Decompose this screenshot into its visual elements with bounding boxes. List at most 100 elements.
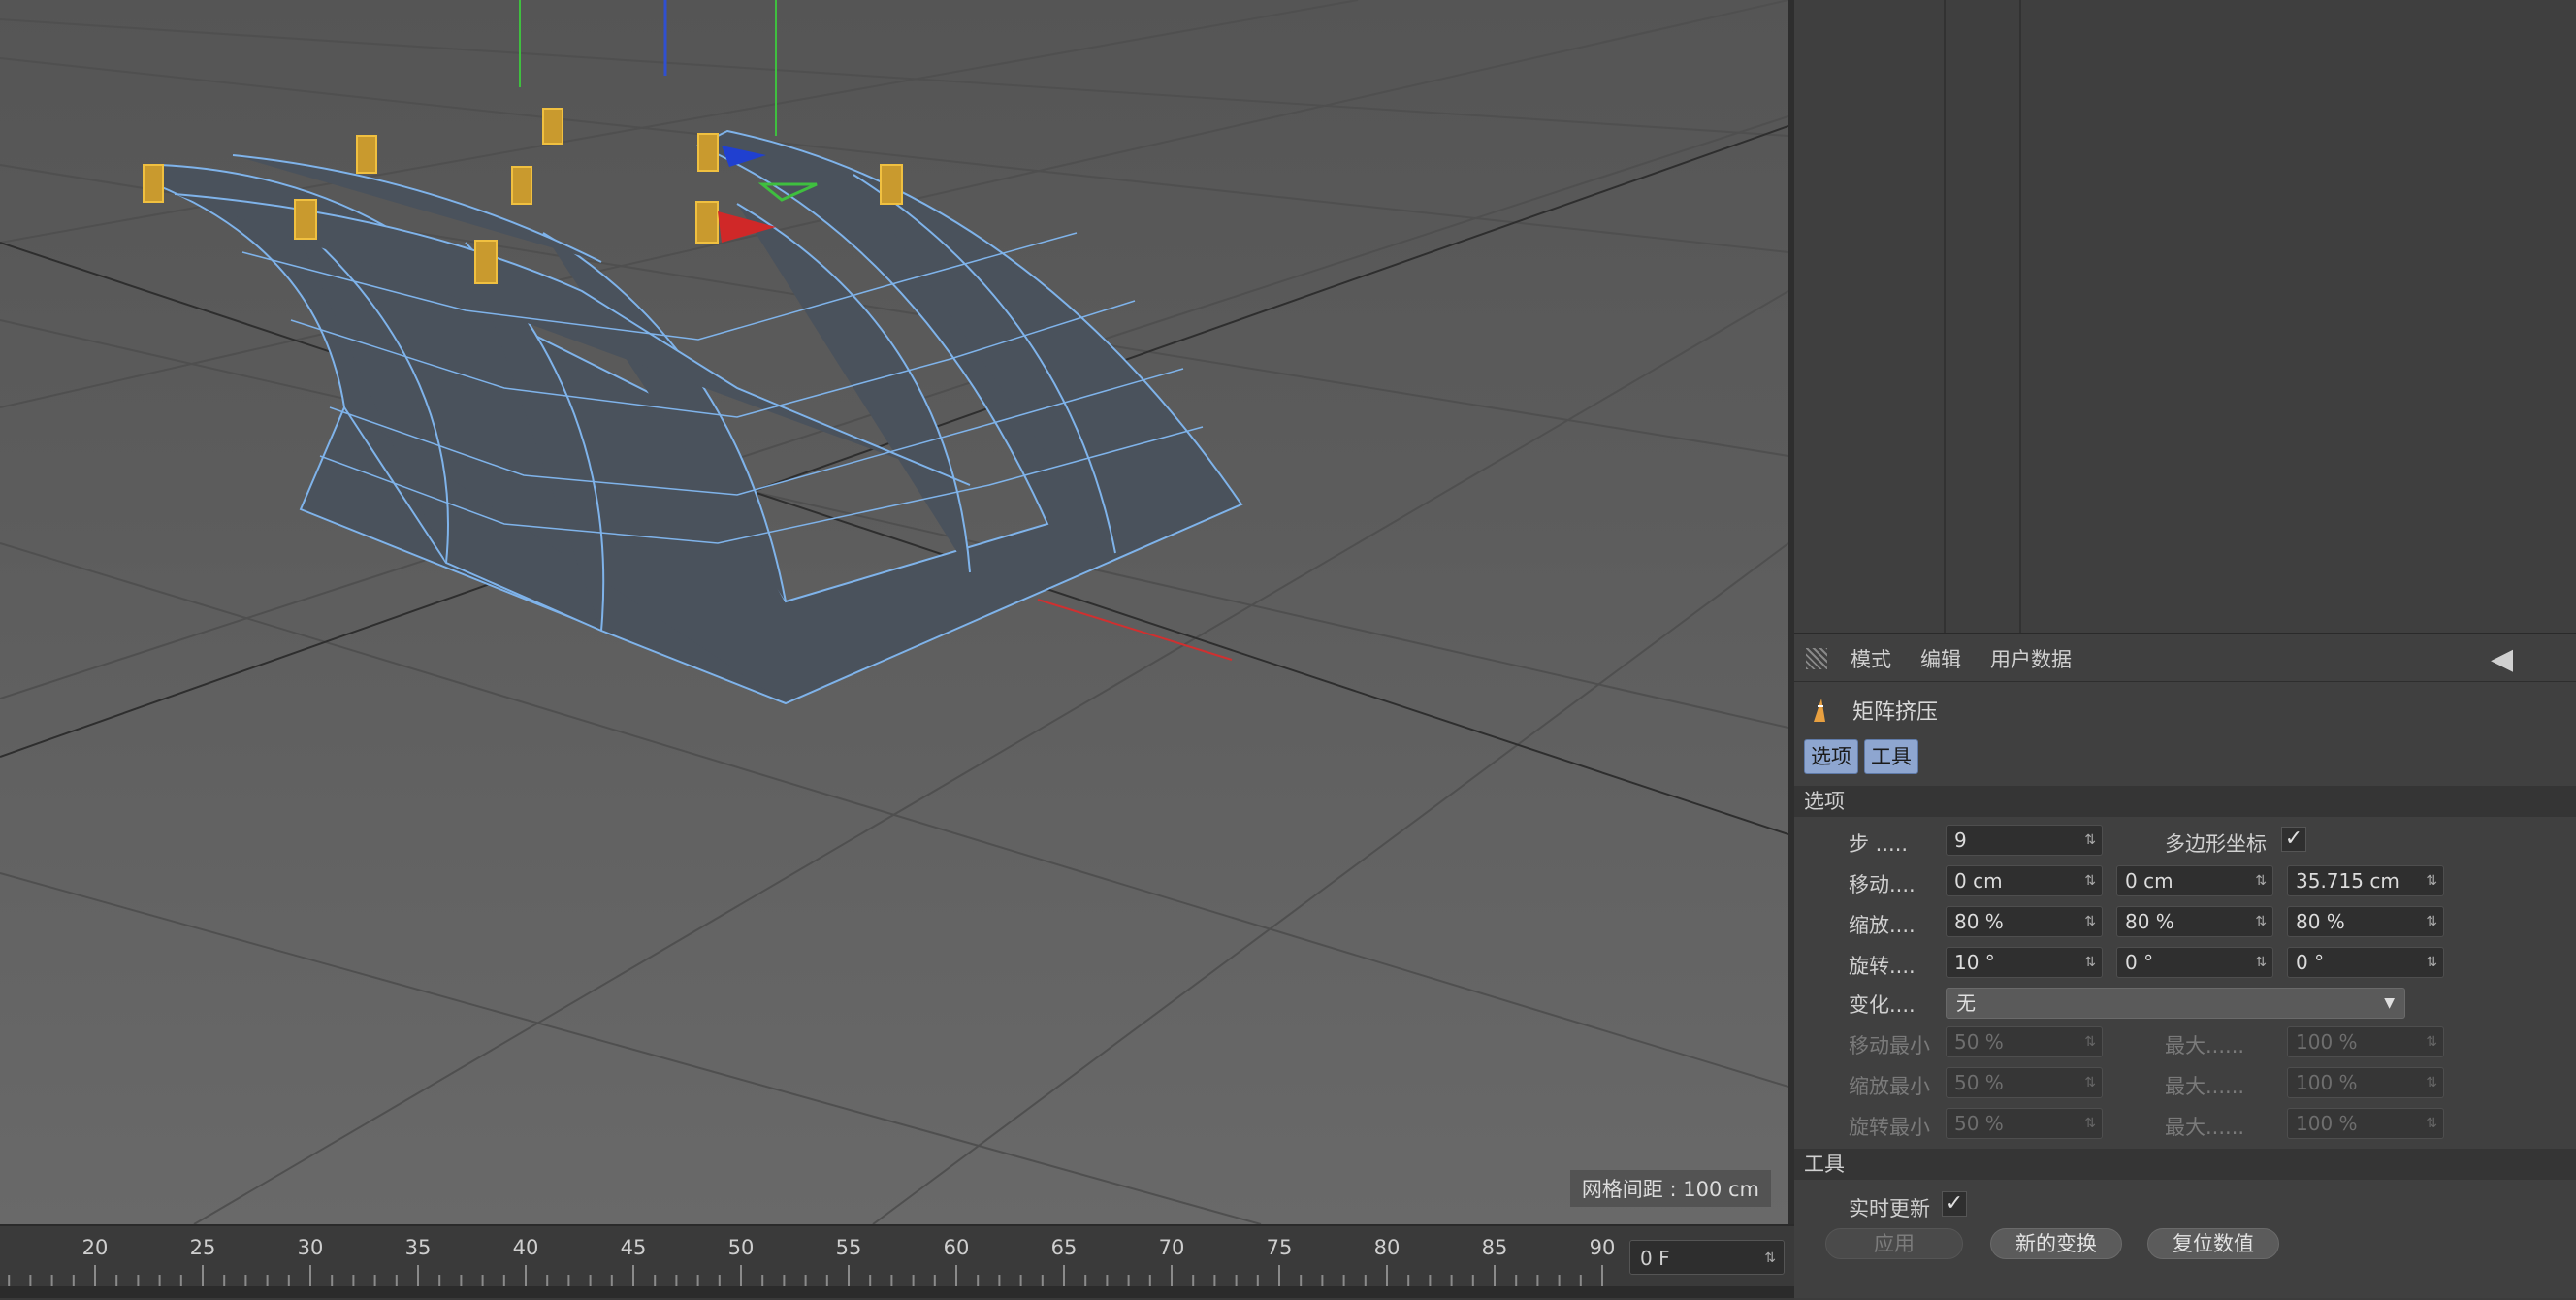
scale-label: 缩放.... <box>1849 914 1916 937</box>
stepper-icon[interactable]: ⇅ <box>2084 826 2096 855</box>
scale-x-value: 80 % <box>1954 910 2004 933</box>
steps-value: 9 <box>1954 829 1967 852</box>
move-min-field: 50 % ⇅ <box>1946 1026 2103 1057</box>
scale-max-label: 最大...... <box>2165 1075 2245 1098</box>
stepper-icon: ⇅ <box>2084 1116 2096 1131</box>
timeline-tick-label: 20 <box>81 1236 109 1259</box>
right-panel: 模式 编辑 用户数据 ◀ 矩阵挤压 选项 工具 选项 步 ..... 9 ⇅ 多边… <box>1794 0 2576 1298</box>
move-max-label: 最大...... <box>2165 1034 2245 1057</box>
timeline-tick-label: 65 <box>1050 1236 1078 1259</box>
move-max-value: 100 % <box>2296 1030 2358 1054</box>
rotate-max-value: 100 % <box>2296 1112 2358 1135</box>
scale-x-field[interactable]: 80 % ⇅ <box>1946 906 2103 937</box>
column-divider[interactable] <box>2019 0 2021 633</box>
timeline-tick-label: 75 <box>1266 1236 1293 1259</box>
timeline-tick-label: 85 <box>1481 1236 1508 1259</box>
object-manager[interactable] <box>1794 0 2576 634</box>
reset-values-button[interactable]: 复位数值 <box>2147 1228 2279 1259</box>
realtime-update-checkbox[interactable]: ✓ <box>1942 1191 1967 1217</box>
column-divider[interactable] <box>1944 0 1946 633</box>
stepper-icon: ⇅ <box>2084 1075 2096 1090</box>
rotate-min-label: 旋转最小 <box>1849 1116 1930 1139</box>
3d-viewport[interactable]: 网格间距 : 100 cm <box>0 0 1788 1224</box>
scale-y-field[interactable]: 80 % ⇅ <box>2116 906 2273 937</box>
rotate-min-value: 50 % <box>1954 1112 2004 1135</box>
steps-field[interactable]: 9 ⇅ <box>1946 825 2103 856</box>
poly-coords-checkbox[interactable]: ✓ <box>2281 827 2306 852</box>
grid-spacing-label: 网格间距 : 100 cm <box>1569 1170 1771 1207</box>
timeline-tick-label: 70 <box>1158 1236 1185 1259</box>
rotate-y-field[interactable]: 0 ° ⇅ <box>2116 947 2273 978</box>
move-x-value: 0 cm <box>1954 869 2003 893</box>
current-frame-field[interactable]: 0 F ⇅ <box>1629 1240 1785 1275</box>
scale-z-field[interactable]: 80 % ⇅ <box>2287 906 2444 937</box>
stepper-icon[interactable]: ⇅ <box>2084 948 2096 977</box>
tab-tools[interactable]: 工具 <box>1864 739 1918 774</box>
move-min-value: 50 % <box>1954 1030 2004 1054</box>
attribute-menu-bar: 模式 编辑 用户数据 ◀ <box>1794 634 2576 682</box>
tools-section-header[interactable]: 工具 <box>1794 1149 2576 1180</box>
stepper-icon[interactable]: ⇅ <box>2084 866 2096 895</box>
new-transform-button[interactable]: 新的变换 <box>1990 1228 2122 1259</box>
rotate-z-value: 0 ° <box>2296 951 2325 974</box>
stepper-icon[interactable]: ⇅ <box>1764 1241 1776 1276</box>
poly-coords-label: 多边形坐标 <box>2165 832 2267 856</box>
rotate-z-field[interactable]: 0 ° ⇅ <box>2287 947 2444 978</box>
panel-grip-icon[interactable] <box>1806 648 1827 669</box>
stepper-icon: ⇅ <box>2084 1034 2096 1050</box>
scale-min-value: 50 % <box>1954 1071 2004 1094</box>
timeline-tick-label: 40 <box>512 1236 539 1259</box>
timeline-tick-label: 80 <box>1373 1236 1401 1259</box>
move-y-value: 0 cm <box>2125 869 2174 893</box>
chevron-down-icon: ▼ <box>2384 995 2395 1011</box>
stepper-icon: ⇅ <box>2426 1075 2437 1090</box>
stepper-icon[interactable]: ⇅ <box>2426 907 2437 936</box>
stepper-icon[interactable]: ⇅ <box>2426 948 2437 977</box>
move-z-field[interactable]: 35.715 cm ⇅ <box>2287 865 2444 896</box>
menu-mode[interactable]: 模式 <box>1851 644 1891 673</box>
stepper-icon: ⇅ <box>2426 1116 2437 1131</box>
rotate-y-value: 0 ° <box>2125 951 2154 974</box>
rotate-x-value: 10 ° <box>1954 951 1995 974</box>
rotate-label: 旋转.... <box>1849 955 1916 978</box>
scale-z-value: 80 % <box>2296 910 2345 933</box>
stepper-icon[interactable]: ⇅ <box>2255 948 2267 977</box>
timeline-tick-label: 55 <box>835 1236 862 1259</box>
move-y-field[interactable]: 0 cm ⇅ <box>2116 865 2273 896</box>
matrix-extrude-icon <box>1814 699 1825 722</box>
rotate-max-field: 100 % ⇅ <box>2287 1108 2444 1139</box>
move-label: 移动.... <box>1849 873 1916 896</box>
variation-label: 变化.... <box>1849 993 1916 1017</box>
move-z-value: 35.715 cm <box>2296 869 2399 893</box>
timeline-tick-label: 45 <box>620 1236 647 1259</box>
variation-value: 无 <box>1956 991 1976 1015</box>
timeline-tick-label: 60 <box>943 1236 970 1259</box>
timeline-tick-label: 90 <box>1589 1236 1616 1259</box>
attribute-manager: 模式 编辑 用户数据 ◀ 矩阵挤压 选项 工具 选项 步 ..... 9 ⇅ 多边… <box>1794 634 2576 1298</box>
scale-min-label: 缩放最小 <box>1849 1075 1930 1098</box>
stepper-icon[interactable]: ⇅ <box>2084 907 2096 936</box>
move-x-field[interactable]: 0 cm ⇅ <box>1946 865 2103 896</box>
variation-dropdown[interactable]: 无 ▼ <box>1946 988 2405 1019</box>
stepper-icon[interactable]: ⇅ <box>2255 866 2267 895</box>
options-section-header[interactable]: 选项 <box>1794 786 2576 817</box>
current-frame-value: 0 F <box>1640 1247 1670 1270</box>
menu-edit[interactable]: 编辑 <box>1920 644 1961 673</box>
scale-max-value: 100 % <box>2296 1071 2358 1094</box>
stepper-icon: ⇅ <box>2426 1034 2437 1050</box>
tab-options[interactable]: 选项 <box>1804 739 1858 774</box>
back-arrow-icon[interactable]: ◀ <box>2491 642 2513 676</box>
steps-label: 步 ..... <box>1849 832 1909 856</box>
apply-button[interactable]: 应用 <box>1825 1228 1963 1259</box>
viewport-scene <box>0 0 1788 1224</box>
object-header: 矩阵挤压 <box>1794 689 2576 728</box>
timeline-tick-label: 50 <box>727 1236 755 1259</box>
realtime-update-label: 实时更新 <box>1849 1197 1930 1220</box>
stepper-icon[interactable]: ⇅ <box>2426 866 2437 895</box>
rotate-x-field[interactable]: 10 ° ⇅ <box>1946 947 2103 978</box>
object-title: 矩阵挤压 <box>1852 700 1939 725</box>
timeline-tick-label: 35 <box>404 1236 432 1259</box>
scale-min-field: 50 % ⇅ <box>1946 1067 2103 1098</box>
stepper-icon[interactable]: ⇅ <box>2255 907 2267 936</box>
menu-user-data[interactable]: 用户数据 <box>1990 644 2072 673</box>
